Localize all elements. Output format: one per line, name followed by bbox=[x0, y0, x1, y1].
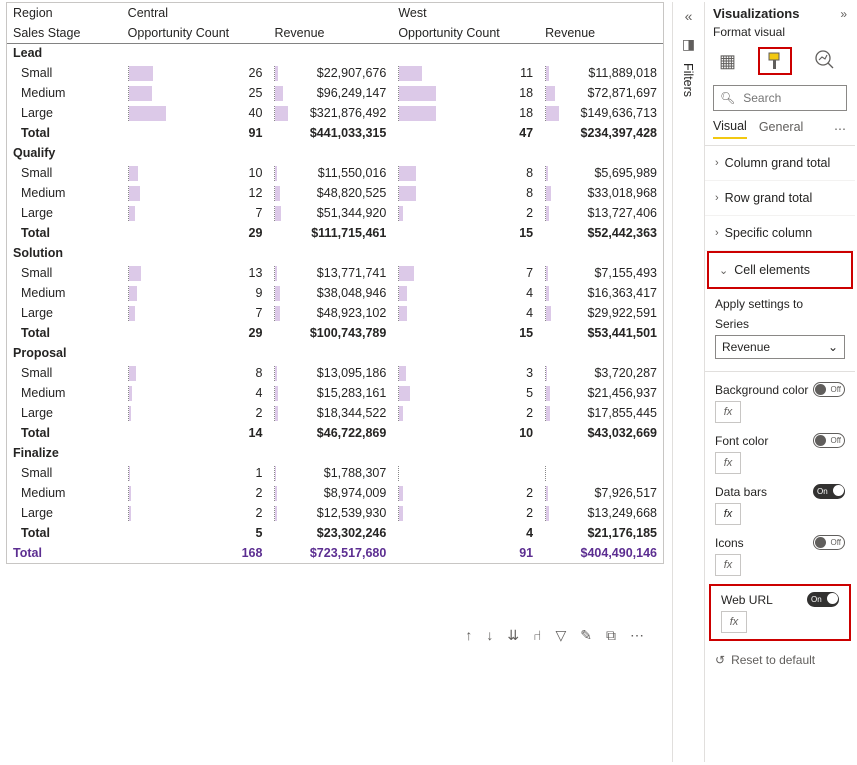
tabs-more-icon[interactable]: ⋯ bbox=[834, 122, 847, 136]
header-opp-c: Opportunity Count bbox=[122, 23, 269, 43]
drill-down-icon[interactable]: ↓ bbox=[486, 627, 493, 643]
matrix-table: Region Central West Sales Stage Opportun… bbox=[7, 3, 663, 563]
section-row[interactable]: Qualify bbox=[7, 143, 663, 163]
filter-icon[interactable]: ▽ bbox=[555, 627, 566, 644]
focus-mode-icon[interactable]: ✎ bbox=[580, 627, 592, 644]
table-row[interactable]: Medium 2 $8,974,009 2 $7,926,517 bbox=[7, 483, 663, 503]
viz-subtitle: Format visual bbox=[705, 23, 855, 45]
filter-pane-icon: ◨ bbox=[673, 36, 704, 53]
table-row[interactable]: Small 1 $1,788,307 bbox=[7, 463, 663, 483]
table-row[interactable]: Large 7 $51,344,920 2 $13,727,406 bbox=[7, 203, 663, 223]
expand-filters-icon[interactable]: « bbox=[673, 8, 704, 24]
bg-color-label: Background color bbox=[715, 383, 808, 397]
analytics-icon[interactable] bbox=[814, 49, 834, 74]
card-cell-elements[interactable]: ⌄ Cell elements bbox=[707, 251, 853, 289]
web-url-label: Web URL bbox=[721, 593, 773, 607]
chevron-right-icon: › bbox=[715, 227, 719, 239]
table-row[interactable]: Large 40 $321,876,492 18 $149,636,713 bbox=[7, 103, 663, 123]
apply-settings-label: Apply settings to bbox=[715, 297, 845, 311]
data-bars-label: Data bars bbox=[715, 485, 767, 499]
data-bars-fx-button[interactable]: fx bbox=[715, 503, 741, 525]
search-icon: 🔍︎ bbox=[720, 91, 735, 105]
card-label: Column grand total bbox=[725, 156, 831, 170]
matrix-visual[interactable]: Region Central West Sales Stage Opportun… bbox=[6, 2, 664, 564]
header-rev-c: Revenue bbox=[268, 23, 392, 43]
paintbrush-icon bbox=[765, 51, 785, 71]
header-region: Region bbox=[7, 3, 122, 23]
card-column-grand-total[interactable]: › Column grand total bbox=[705, 146, 855, 181]
bg-color-fx-button[interactable]: fx bbox=[715, 401, 741, 423]
card-row-grand-total[interactable]: › Row grand total bbox=[705, 181, 855, 216]
series-value: Revenue bbox=[722, 340, 770, 354]
table-row[interactable]: Large 2 $12,539,930 2 $13,249,668 bbox=[7, 503, 663, 523]
table-row[interactable]: Small 10 $11,550,016 8 $5,695,989 bbox=[7, 163, 663, 183]
search-input[interactable]: 🔍︎ bbox=[713, 85, 847, 111]
filters-label: Filters bbox=[681, 63, 695, 97]
subtotal-row: Total29$100,743,789 15$53,441,501 bbox=[7, 323, 663, 343]
series-dropdown[interactable]: Revenue ⌄ bbox=[715, 335, 845, 359]
more-options-icon[interactable]: ⋯ bbox=[630, 627, 644, 644]
font-color-toggle[interactable]: Off bbox=[813, 433, 845, 448]
table-row[interactable]: Small 8 $13,095,186 3 $3,720,287 bbox=[7, 363, 663, 383]
table-row[interactable]: Large 7 $48,923,102 4 $29,922,591 bbox=[7, 303, 663, 323]
section-row[interactable]: Lead bbox=[7, 43, 663, 63]
series-label: Series bbox=[715, 317, 845, 331]
card-label: Cell elements bbox=[734, 263, 810, 277]
table-row[interactable]: Medium 4 $15,283,161 5 $21,456,937 bbox=[7, 383, 663, 403]
subtotal-row: Total29$111,715,461 15$52,442,363 bbox=[7, 223, 663, 243]
expand-all-icon[interactable]: ⑁ bbox=[533, 627, 541, 643]
chevron-down-icon: ⌄ bbox=[828, 340, 838, 354]
font-color-label: Font color bbox=[715, 434, 768, 448]
popout-icon[interactable]: ⧉ bbox=[606, 627, 616, 644]
table-row[interactable]: Medium 12 $48,820,525 8 $33,018,968 bbox=[7, 183, 663, 203]
chevron-down-icon: ⌄ bbox=[719, 264, 728, 277]
chevron-right-icon: › bbox=[715, 192, 719, 204]
icons-fx-button[interactable]: fx bbox=[715, 554, 741, 576]
visual-toolbar: ↑ ↓ ⇊ ⑁ ▽ ✎ ⧉ ⋯ bbox=[6, 620, 664, 650]
header-region-west: West bbox=[392, 3, 663, 23]
section-row[interactable]: Proposal bbox=[7, 343, 663, 363]
expand-down-icon[interactable]: ⇊ bbox=[507, 627, 519, 644]
font-color-fx-button[interactable]: fx bbox=[715, 452, 741, 474]
tab-general[interactable]: General bbox=[759, 120, 803, 138]
reset-label: Reset to default bbox=[731, 653, 815, 667]
subtotal-row: Total5$23,302,246 4$21,176,185 bbox=[7, 523, 663, 543]
table-row[interactable]: Small 26 $22,907,676 11 $11,889,018 bbox=[7, 63, 663, 83]
tab-visual[interactable]: Visual bbox=[713, 119, 747, 139]
format-visual-button[interactable] bbox=[758, 47, 792, 75]
table-row[interactable]: Medium 9 $38,048,946 4 $16,363,417 bbox=[7, 283, 663, 303]
collapse-viz-icon[interactable]: » bbox=[840, 7, 847, 21]
grand-total-row: Total168$723,517,680 91$404,490,146 bbox=[7, 543, 663, 563]
reset-icon: ↺ bbox=[715, 653, 725, 667]
table-row[interactable]: Medium 25 $96,249,147 18 $72,871,697 bbox=[7, 83, 663, 103]
subtotal-row: Total14$46,722,869 10$43,032,669 bbox=[7, 423, 663, 443]
data-bars-toggle[interactable]: On bbox=[813, 484, 845, 499]
header-rev-w: Revenue bbox=[539, 23, 663, 43]
icons-label: Icons bbox=[715, 536, 744, 550]
build-visual-icon[interactable]: ▦ bbox=[719, 51, 736, 72]
card-label: Specific column bbox=[725, 226, 813, 240]
card-specific-column[interactable]: › Specific column bbox=[705, 216, 855, 251]
chevron-right-icon: › bbox=[715, 157, 719, 169]
card-label: Row grand total bbox=[725, 191, 813, 205]
icons-toggle[interactable]: Off bbox=[813, 535, 845, 550]
web-url-fx-button[interactable]: fx bbox=[721, 611, 747, 633]
subtotal-row: Total91$441,033,315 47$234,397,428 bbox=[7, 123, 663, 143]
header-opp-w: Opportunity Count bbox=[392, 23, 539, 43]
table-row[interactable]: Large 2 $18,344,522 2 $17,855,445 bbox=[7, 403, 663, 423]
search-field[interactable] bbox=[741, 90, 831, 106]
visualizations-pane: Visualizations » Format visual ▦ 🔍︎ Visu… bbox=[704, 2, 855, 762]
table-row[interactable]: Small 13 $13,771,741 7 $7,155,493 bbox=[7, 263, 663, 283]
section-row[interactable]: Finalize bbox=[7, 443, 663, 463]
filters-pane-collapsed[interactable]: « ◨ Filters bbox=[672, 2, 704, 762]
reset-to-default[interactable]: ↺ Reset to default bbox=[705, 641, 855, 679]
section-row[interactable]: Solution bbox=[7, 243, 663, 263]
header-salesstage: Sales Stage bbox=[7, 23, 122, 43]
drill-up-icon[interactable]: ↑ bbox=[465, 627, 472, 643]
bg-color-toggle[interactable]: Off bbox=[813, 382, 845, 397]
header-region-central: Central bbox=[122, 3, 393, 23]
web-url-toggle[interactable]: On bbox=[807, 592, 839, 607]
viz-title: Visualizations bbox=[713, 6, 799, 21]
